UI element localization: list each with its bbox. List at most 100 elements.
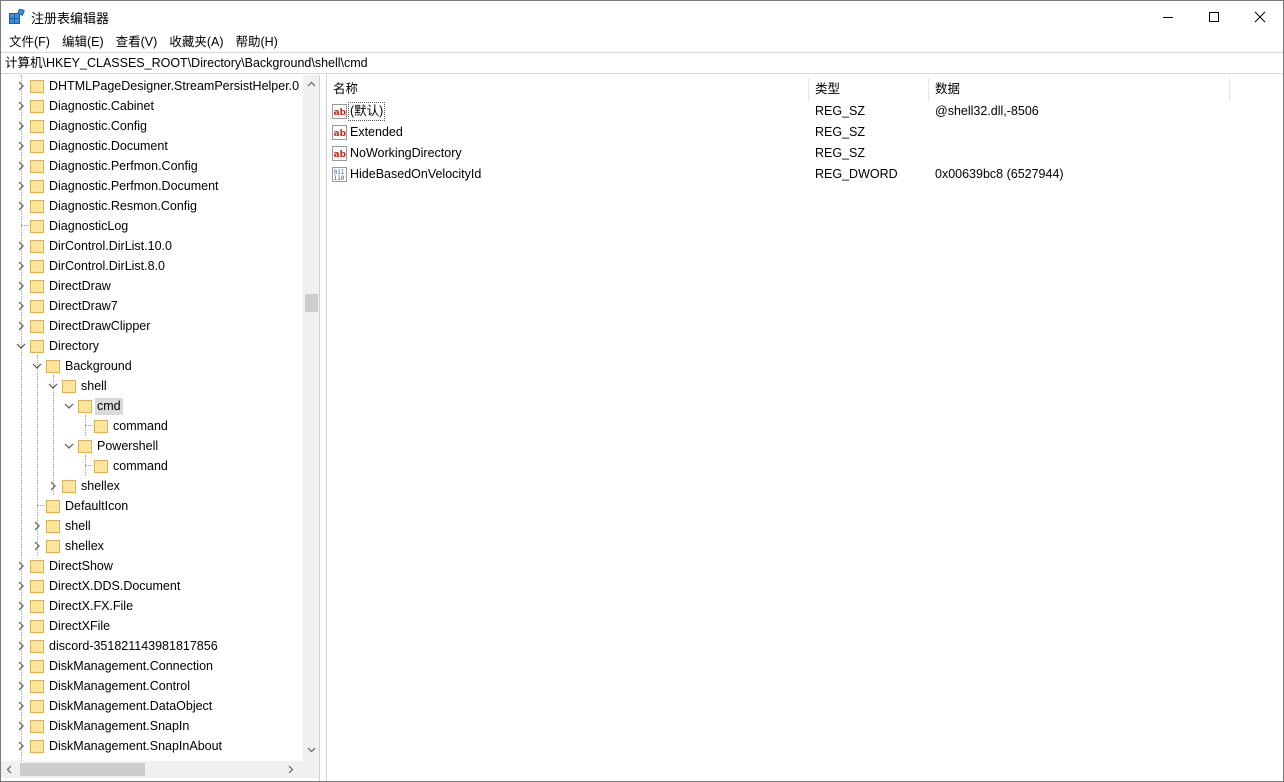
tree-item[interactable]: cmd: [1, 396, 303, 416]
tree-item-label: DirectX.DDS.Document: [49, 579, 181, 593]
chevron-right-icon[interactable]: [16, 560, 26, 572]
chevron-right-icon[interactable]: [16, 680, 26, 692]
chevron-down-icon[interactable]: [64, 440, 74, 452]
tree-item[interactable]: shellex: [1, 476, 303, 496]
column-header-name[interactable]: 名称: [327, 78, 809, 101]
tree-item[interactable]: DirectDraw: [1, 276, 303, 296]
tree-item[interactable]: DHTMLPageDesigner.StreamPersistHelper.0: [1, 76, 303, 96]
tree-item[interactable]: DirectShow: [1, 556, 303, 576]
close-button[interactable]: [1237, 1, 1283, 32]
scroll-right-arrow-icon[interactable]: [288, 765, 294, 774]
tree-item[interactable]: DirControl.DirList.8.0: [1, 256, 303, 276]
chevron-right-icon[interactable]: [16, 660, 26, 672]
chevron-right-icon[interactable]: [16, 580, 26, 592]
tree-item[interactable]: Diagnostic.Cabinet: [1, 96, 303, 116]
chevron-right-icon[interactable]: [16, 240, 26, 252]
folder-icon: [78, 399, 93, 413]
menu-edit[interactable]: 编辑(E): [56, 32, 110, 52]
tree-item[interactable]: Background: [1, 356, 303, 376]
chevron-right-icon[interactable]: [16, 320, 26, 332]
key-tree-pane: DHTMLPageDesigner.StreamPersistHelper.0 D…: [1, 75, 320, 781]
tree-item[interactable]: Diagnostic.Config: [1, 116, 303, 136]
tree-item[interactable]: Diagnostic.Document: [1, 136, 303, 156]
tree-item-label: shell: [81, 379, 107, 393]
title-bar[interactable]: 注册表编辑器: [1, 1, 1283, 32]
tree-item[interactable]: Directory: [1, 336, 303, 356]
chevron-down-icon[interactable]: [48, 380, 58, 392]
menu-file[interactable]: 文件(F): [3, 32, 56, 52]
tree-horizontal-scrollbar[interactable]: [1, 761, 303, 778]
tree-item[interactable]: DiskManagement.Connection: [1, 656, 303, 676]
chevron-right-icon[interactable]: [16, 120, 26, 132]
tree-item[interactable]: Diagnostic.Perfmon.Config: [1, 156, 303, 176]
tree-item[interactable]: Diagnostic.Perfmon.Document: [1, 176, 303, 196]
chevron-right-icon[interactable]: [16, 140, 26, 152]
tree-item[interactable]: Powershell: [1, 436, 303, 456]
column-header-type[interactable]: 类型: [809, 78, 929, 101]
chevron-right-icon[interactable]: [32, 520, 42, 532]
chevron-right-icon[interactable]: [16, 100, 26, 112]
tree-item[interactable]: DiskManagement.DataObject: [1, 696, 303, 716]
minimize-button[interactable]: [1145, 1, 1191, 32]
tree-vertical-scroll-thumb[interactable]: [305, 294, 318, 312]
column-header-data[interactable]: 数据: [929, 78, 1229, 101]
tree-item[interactable]: DefaultIcon: [1, 496, 303, 516]
chevron-right-icon[interactable]: [16, 620, 26, 632]
chevron-down-icon[interactable]: [64, 400, 74, 412]
chevron-right-icon[interactable]: [16, 200, 26, 212]
chevron-right-icon[interactable]: [16, 300, 26, 312]
value-data: @shell32.dll,-8506: [935, 104, 1039, 118]
tree-item[interactable]: DiskManagement.Control: [1, 676, 303, 696]
tree-item[interactable]: discord-351821143981817856: [1, 636, 303, 656]
value-row[interactable]: ab (默认) REG_SZ @shell32.dll,-8506: [327, 101, 1277, 122]
tree-item[interactable]: DirectX.FX.File: [1, 596, 303, 616]
chevron-right-icon[interactable]: [16, 700, 26, 712]
tree-item[interactable]: DirectDraw7: [1, 296, 303, 316]
menu-help[interactable]: 帮助(H): [229, 32, 283, 52]
menu-favorites[interactable]: 收藏夹(A): [163, 32, 229, 52]
chevron-right-icon[interactable]: [32, 540, 42, 552]
tree-item[interactable]: DirectXFile: [1, 616, 303, 636]
chevron-right-icon[interactable]: [16, 740, 26, 752]
chevron-down-icon[interactable]: [32, 360, 42, 372]
folder-icon: [30, 239, 45, 253]
value-row[interactable]: ab Extended REG_SZ: [327, 122, 1277, 143]
value-row[interactable]: ab NoWorkingDirectory REG_SZ: [327, 143, 1277, 164]
value-name: NoWorkingDirectory: [350, 146, 462, 160]
tree-item-label: DirectDrawClipper: [49, 319, 151, 333]
menu-view[interactable]: 查看(V): [110, 32, 164, 52]
tree-item[interactable]: DirControl.DirList.10.0: [1, 236, 303, 256]
scroll-up-arrow-icon[interactable]: [307, 81, 316, 87]
folder-icon: [62, 379, 77, 393]
tree-horizontal-scroll-thumb[interactable]: [20, 763, 145, 776]
address-bar[interactable]: 计算机\HKEY_CLASSES_ROOT\Directory\Backgrou…: [1, 52, 1283, 74]
tree-item[interactable]: command: [1, 456, 303, 476]
chevron-right-icon[interactable]: [16, 160, 26, 172]
chevron-right-icon[interactable]: [16, 720, 26, 732]
tree-item[interactable]: shellex: [1, 536, 303, 556]
tree-item[interactable]: DirectDrawClipper: [1, 316, 303, 336]
chevron-right-icon[interactable]: [16, 600, 26, 612]
chevron-right-icon[interactable]: [48, 480, 58, 492]
chevron-right-icon[interactable]: [16, 180, 26, 192]
column-divider[interactable]: [1229, 78, 1230, 101]
tree-vertical-scrollbar[interactable]: [303, 75, 319, 761]
tree-item[interactable]: DiskManagement.SnapInAbout: [1, 736, 303, 756]
chevron-down-icon[interactable]: [16, 340, 26, 352]
tree-item[interactable]: Diagnostic.Resmon.Config: [1, 196, 303, 216]
chevron-right-icon[interactable]: [16, 260, 26, 272]
chevron-right-icon[interactable]: [16, 640, 26, 652]
scroll-left-arrow-icon[interactable]: [6, 765, 12, 774]
tree-item[interactable]: shell: [1, 516, 303, 536]
tree-item[interactable]: shell: [1, 376, 303, 396]
scroll-down-arrow-icon[interactable]: [307, 747, 316, 753]
tree-item[interactable]: DirectX.DDS.Document: [1, 576, 303, 596]
tree-item-label: shell: [65, 519, 91, 533]
chevron-right-icon[interactable]: [16, 280, 26, 292]
tree-item[interactable]: command: [1, 416, 303, 436]
chevron-right-icon[interactable]: [16, 80, 26, 92]
tree-item[interactable]: DiskManagement.SnapIn: [1, 716, 303, 736]
maximize-button[interactable]: [1191, 1, 1237, 32]
value-row[interactable]: 011 110 HideBasedOnVelocityId REG_DWORD 0x00…: [327, 164, 1277, 185]
tree-item[interactable]: DiagnosticLog: [1, 216, 303, 236]
